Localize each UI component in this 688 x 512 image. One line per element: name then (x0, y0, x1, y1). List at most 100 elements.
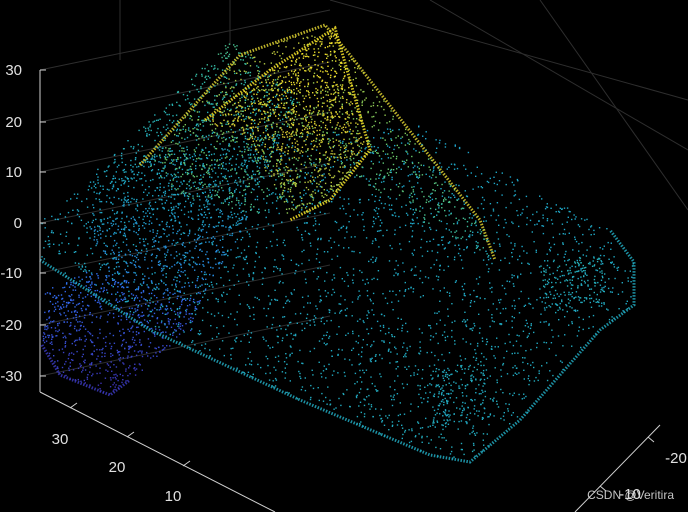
bracket-point (224, 139, 227, 141)
base-plate-point (421, 207, 424, 209)
inclined-arm-point (214, 172, 217, 174)
left-flange-point (77, 321, 79, 323)
left-flange-point (166, 326, 168, 328)
base-plate-point (149, 310, 151, 313)
left-flange-point (97, 337, 99, 339)
base-plate-point (561, 361, 563, 364)
inclined-arm-point (173, 120, 175, 122)
base-plate-point (332, 131, 335, 134)
base-plate-point (397, 300, 400, 302)
base-plate-point (336, 255, 339, 257)
inclined-arm-point (135, 266, 137, 268)
base-plate-point (151, 273, 153, 275)
base-plate-point (441, 387, 443, 389)
base-plate-point (422, 135, 424, 137)
base-plate-point (144, 188, 147, 191)
base-plate-point (362, 212, 364, 214)
left-flange-point (149, 342, 152, 344)
base-plate-point (595, 269, 597, 271)
left-flange-point (94, 290, 96, 292)
base-plate-point (370, 376, 372, 378)
base-plate-point (208, 285, 211, 287)
base-plate-point (277, 355, 280, 357)
base-plate-point (253, 313, 255, 316)
base-plate-point (367, 333, 370, 335)
bracket-point (262, 101, 265, 103)
bracket-point (371, 126, 373, 128)
inclined-arm-point (204, 67, 206, 70)
base-plate-point (509, 341, 511, 343)
left-flange-point (116, 375, 118, 377)
base-plate-point (299, 312, 302, 315)
inclined-arm-point (209, 191, 211, 194)
base-plate-point (115, 190, 118, 192)
base-plate-point (414, 436, 417, 438)
base-plate-point (307, 302, 309, 304)
base-plate-point (282, 255, 285, 257)
inclined-arm-point (180, 263, 182, 266)
bracket-point (317, 48, 320, 50)
left-flange-point (110, 379, 112, 381)
inclined-arm-point (194, 84, 196, 87)
base-plate-point (160, 198, 162, 201)
base-plate-point (542, 232, 545, 235)
base-plate-point (410, 403, 412, 405)
inclined-arm-point (265, 135, 267, 137)
left-flange-point (115, 378, 117, 380)
base-plate-point (476, 345, 479, 347)
base-plate-point (241, 236, 244, 239)
left-flange-point (96, 372, 98, 375)
base-plate-point (538, 220, 540, 222)
base-plate-point (433, 263, 435, 266)
inclined-arm-point (226, 57, 228, 59)
inclined-arm-point (228, 176, 231, 178)
inclined-arm-point (194, 284, 197, 287)
base-plate-point (486, 180, 489, 183)
base-plate-point (546, 283, 549, 285)
base-plate-point (509, 176, 512, 178)
inclined-arm-point (209, 273, 211, 276)
base-plate-point (437, 408, 439, 410)
inclined-arm-point (197, 218, 200, 220)
inclined-arm-point (215, 244, 218, 247)
base-plate-point (95, 244, 97, 247)
inclined-arm-point (125, 226, 127, 228)
inclined-arm-point (184, 252, 186, 254)
left-flange-point (70, 359, 73, 361)
base-plate-point (364, 283, 366, 285)
inclined-arm-point (161, 220, 163, 223)
base-plate-point (448, 196, 450, 198)
base-plate-point (571, 322, 573, 325)
base-plate-point (346, 231, 348, 233)
left-flange-point (89, 312, 91, 314)
inclined-arm-point (184, 195, 186, 197)
inclined-arm-point (209, 176, 211, 178)
base-plate-point (534, 224, 536, 226)
base-plate-point (265, 247, 268, 249)
base-plate-point (473, 289, 475, 292)
inclined-arm-point (259, 157, 261, 160)
base-plate-point (419, 388, 421, 390)
left-flange-point (90, 278, 92, 280)
base-plate-point (371, 309, 373, 311)
left-flange-point (85, 308, 87, 311)
bracket-point (222, 202, 224, 204)
inclined-arm-point (230, 249, 232, 251)
base-plate-point (301, 209, 303, 211)
inclined-arm-point (276, 135, 278, 137)
base-plate-point (469, 433, 471, 435)
base-plate-point (427, 277, 430, 279)
base-plate-point (453, 168, 456, 170)
left-flange-point (126, 357, 129, 359)
base-plate-point (172, 303, 174, 305)
left-flange-point (44, 328, 46, 330)
base-plate-point (513, 285, 515, 287)
inclined-arm-point (138, 229, 140, 231)
left-flange-point (73, 311, 76, 313)
base-plate-point (378, 177, 380, 179)
inclined-arm-point (249, 57, 252, 59)
inclined-arm-point (225, 153, 227, 156)
base-plate-point (287, 325, 289, 327)
base-plate-point (303, 164, 306, 166)
base-plate-point (388, 204, 390, 206)
